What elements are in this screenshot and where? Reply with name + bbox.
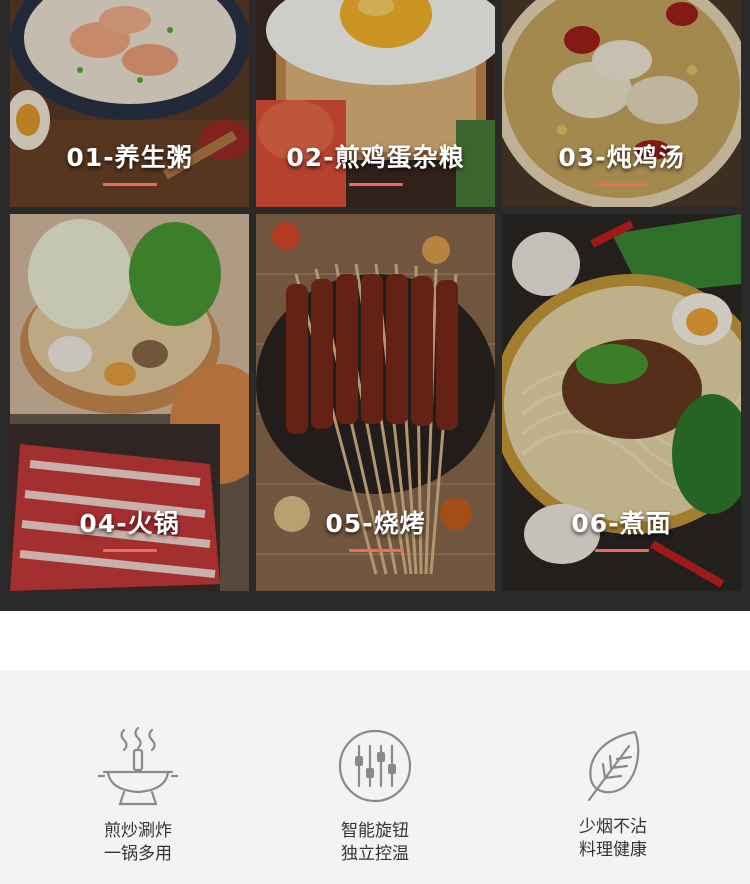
dish-label: 02-煎鸡蛋杂粮 [286,143,465,172]
dish-tile-chicken-soup[interactable]: 03-炖鸡汤 [502,0,741,207]
feature-smart-knob: 智能旋钮 独立控温 [250,670,500,884]
dish-tile-porridge[interactable]: 01-养生粥 [10,0,249,207]
knob-sliders-icon [338,729,412,803]
dish-label: 01-养生粥 [66,143,193,172]
feature-line: 料理健康 [579,840,647,860]
dish-label: 03-炖鸡汤 [558,143,685,172]
accent-underline [594,183,649,186]
feature-line: 独立控温 [341,844,409,864]
feature-line: 煎炒涮炸 [104,821,172,841]
feature-line: 智能旋钮 [341,821,409,841]
dish-label: 04-火锅 [79,509,180,538]
accent-underline [594,549,649,552]
feature-text: 煎炒涮炸 一锅多用 [13,820,263,866]
feature-text: 智能旋钮 独立控温 [250,820,500,866]
dish-label: 06-煮面 [571,509,672,538]
accent-underline [348,183,403,186]
accent-underline [348,549,403,552]
feature-line: 少烟不沾 [579,817,647,837]
dish-tile-barbecue[interactable]: 05-烧烤 [256,214,495,591]
feature-line: 一锅多用 [104,844,172,864]
dish-tile-noodles[interactable]: 06-煮面 [502,214,741,591]
dish-label: 05-烧烤 [325,509,426,538]
feature-low-smoke: 少烟不沾 料理健康 [488,670,738,884]
accent-underline [102,183,157,186]
feature-multi-use: 煎炒涮炸 一锅多用 [13,670,263,884]
dish-tile-hotpot[interactable]: 04-火锅 [10,214,249,591]
leaf-icon [587,730,640,802]
dish-gallery: 01-养生粥 02-煎鸡蛋杂粮 03-炖鸡汤 04-火锅 05-烧烤 06-煮面 [0,0,750,611]
feature-strip: 煎炒涮炸 一锅多用 智能旋钮 独立控温 少烟不沾 料理健康 [0,670,750,884]
dish-tile-fried-egg[interactable]: 02-煎鸡蛋杂粮 [256,0,495,207]
section-spacer [0,611,750,670]
hotpot-icon [98,726,178,806]
feature-text: 少烟不沾 料理健康 [488,816,738,862]
accent-underline [102,549,157,552]
